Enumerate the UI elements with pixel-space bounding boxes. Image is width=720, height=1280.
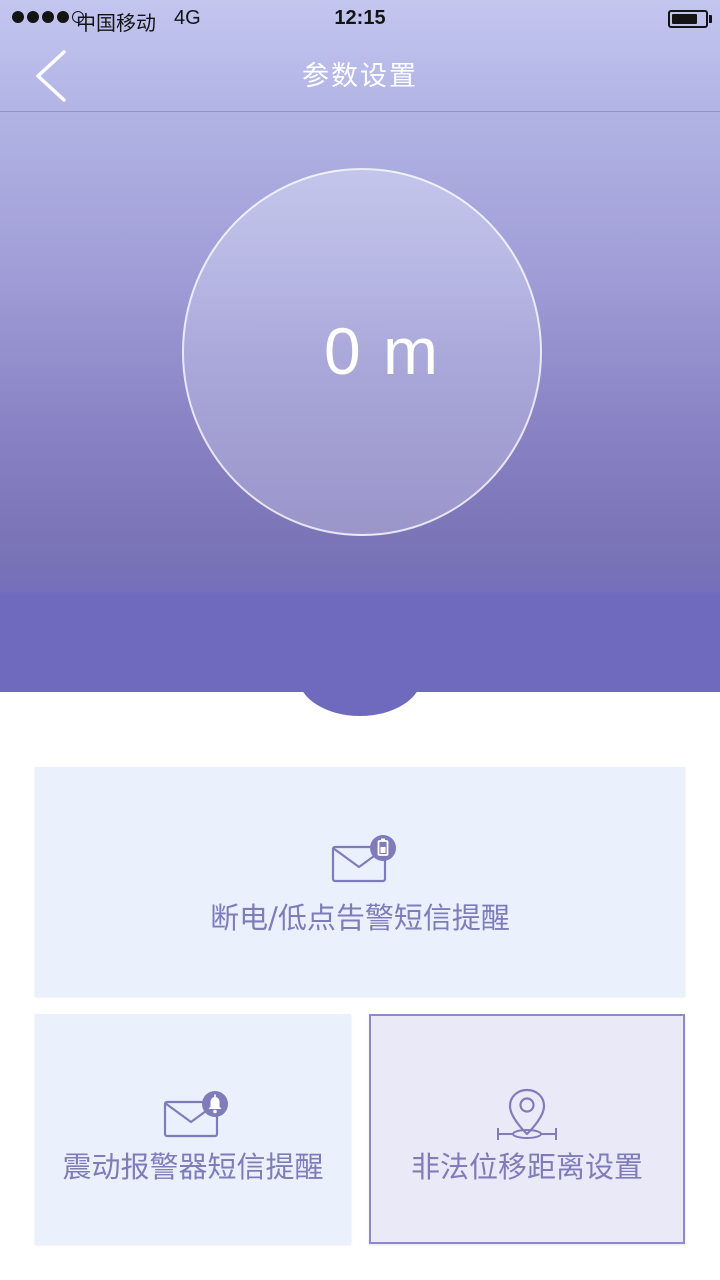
power-low-battery-sms-alert-card[interactable]: 断电/低点告警短信提醒 [35, 767, 685, 996]
battery-icon [668, 10, 708, 28]
distance-value: 0 m [323, 314, 441, 388]
header-bottom-tab [298, 650, 422, 716]
location-pin-icon [497, 1088, 557, 1140]
power-low-battery-sms-alert-label: 断电/低点告警短信提醒 [210, 901, 510, 935]
vibration-alarm-sms-alert-card[interactable]: 震动报警器短信提醒 [35, 1014, 351, 1244]
status-time: 12:15 [334, 7, 386, 29]
battery-tip [709, 15, 712, 23]
distance-display-circle: 0 m [182, 168, 542, 536]
navigation-bar: 参数设置 [0, 40, 720, 112]
illegal-displacement-distance-setting-label: 非法位移距离设置 [410, 1150, 643, 1184]
mail-battery-icon [331, 835, 396, 883]
mail-bell-icon [163, 1091, 228, 1138]
screen: 中国移动 4G 12:15 参数设置 0 m 断电/低点告警短信提醒 震动报警器… [0, 0, 720, 1280]
page-title: 参数设置 [302, 61, 418, 92]
battery-level [672, 14, 697, 24]
vibration-alarm-sms-alert-label: 震动报警器短信提醒 [62, 1150, 324, 1184]
status-bar: 中国移动 4G 12:15 [0, 0, 720, 40]
illegal-displacement-distance-setting-card[interactable]: 非法位移距离设置 [369, 1014, 685, 1244]
